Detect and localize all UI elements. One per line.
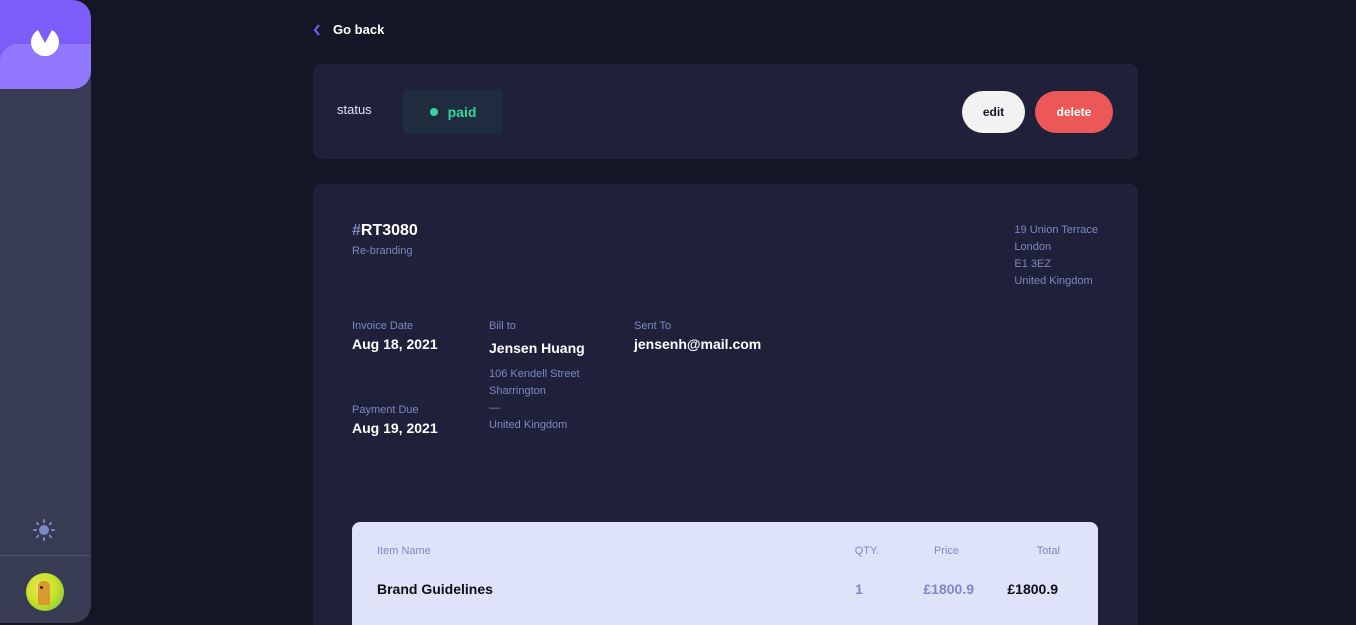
app-logo[interactable]: [0, 0, 91, 89]
sun-icon[interactable]: [33, 519, 55, 541]
item-total: £1800.9: [1007, 581, 1058, 597]
logo-icon: [31, 30, 59, 57]
go-back-label: Go back: [333, 22, 385, 37]
header-total: Total: [1036, 545, 1060, 557]
status-badge: paid: [403, 89, 503, 134]
invoice-date-label: Invoice Date: [352, 320, 414, 332]
client-city: Sharrington: [489, 385, 546, 397]
invoice-id: #RT3080: [352, 222, 418, 240]
delete-button[interactable]: delete: [1035, 91, 1113, 133]
invoice-date: Aug 18, 2021: [352, 336, 438, 352]
bill-to-label: Bill to: [489, 320, 516, 332]
client-postcode: —: [489, 402, 500, 414]
sent-to-label: Sent To: [634, 320, 672, 332]
payment-due-label: Payment Due: [352, 404, 419, 416]
sidebar-divider: [0, 555, 91, 556]
item-name: Brand Guidelines: [377, 581, 493, 597]
dates-column: Invoice Date Aug 18, 2021 Payment Due Au…: [352, 320, 438, 436]
client-street: 106 Kendell Street: [489, 368, 580, 380]
client-email: jensenh@mail.com: [634, 336, 762, 352]
invoice-card: #RT3080 Re-branding 19 Union Terrace Lon…: [313, 184, 1138, 625]
status-dot-icon: [429, 107, 438, 116]
status-bar: status paid edit delete: [313, 64, 1138, 159]
client-country: United Kingdom: [489, 419, 568, 431]
status-text: paid: [447, 103, 477, 120]
items-table: Item Name QTY. Price Total Brand Guideli…: [352, 522, 1098, 625]
sidebar: [0, 0, 91, 623]
client-name: Jensen Huang: [489, 340, 585, 356]
sender-postcode: E1 3EZ: [1014, 258, 1052, 270]
invoice-id-value: RT3080: [360, 222, 418, 239]
payment-due-date: Aug 19, 2021: [352, 420, 438, 436]
bill-to-column: Bill to Jensen Huang 106 Kendell Street …: [489, 320, 585, 434]
edit-button[interactable]: edit: [962, 91, 1025, 133]
invoice-id-hash: #: [352, 222, 361, 239]
chevron-left-icon: [313, 23, 320, 36]
avatar-figure: [38, 581, 50, 605]
header-item-name: Item Name: [377, 545, 431, 557]
sender-address: 19 Union Terrace London E1 3EZ United Ki…: [1014, 222, 1098, 290]
sender-country: United Kingdom: [1014, 275, 1093, 287]
item-price: £1800.9: [923, 581, 974, 597]
sent-to-column: Sent To jensenh@mail.com: [634, 320, 761, 352]
header-price: Price: [933, 545, 959, 557]
go-back-link[interactable]: Go back: [313, 22, 384, 37]
sender-street: 19 Union Terrace: [1014, 224, 1098, 236]
invoice-description: Re-branding: [352, 245, 413, 257]
avatar[interactable]: [26, 573, 64, 611]
item-qty: 1: [855, 581, 863, 597]
header-qty: QTY.: [854, 545, 879, 557]
client-address: 106 Kendell Street Sharrington — United …: [489, 366, 585, 434]
status-label: status: [337, 102, 372, 117]
sender-city: London: [1014, 241, 1052, 253]
